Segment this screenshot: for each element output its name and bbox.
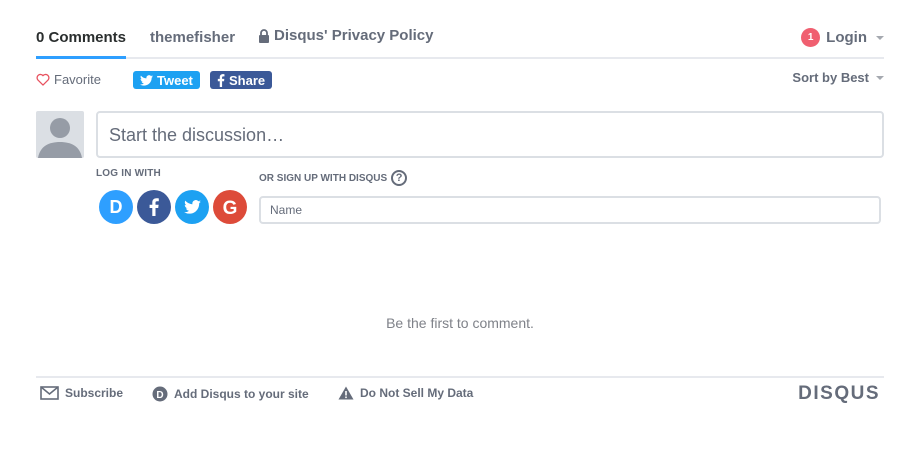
favorite-button[interactable]: Favorite <box>36 72 101 87</box>
tab-comments[interactable]: 0 Comments <box>36 29 126 46</box>
twitter-icon <box>183 200 201 214</box>
add-disqus-link[interactable]: D Add Disqus to your site <box>152 386 309 402</box>
comment-textarea[interactable]: Start the discussion… <box>96 111 884 158</box>
chevron-down-icon <box>876 35 884 40</box>
favorite-label: Favorite <box>54 72 101 87</box>
google-icon: G <box>223 198 238 219</box>
privacy-policy-label: Disqus' Privacy Policy <box>274 27 434 44</box>
login-menu[interactable]: 1 Login <box>801 28 884 47</box>
footer-divider <box>36 376 884 378</box>
user-placeholder-icon <box>38 118 82 158</box>
add-disqus-label: Add Disqus to your site <box>174 387 309 401</box>
do-not-sell-link[interactable]: Do Not Sell My Data <box>338 386 473 400</box>
name-field[interactable] <box>259 196 881 224</box>
thread-actions: Favorite Tweet Share Sort by Best <box>36 70 884 92</box>
facebook-icon <box>217 73 225 87</box>
twitter-icon <box>140 74 153 86</box>
google-login-button[interactable]: G <box>213 190 247 224</box>
top-nav: 0 Comments themefisher Disqus' Privacy P… <box>36 0 884 59</box>
disqus-thread: 0 Comments themefisher Disqus' Privacy P… <box>36 0 884 453</box>
chevron-down-icon <box>876 75 884 80</box>
svg-text:G: G <box>223 198 238 219</box>
signup-label: OR SIGN UP WITH DISQUS ? <box>259 170 408 186</box>
avatar <box>36 111 84 158</box>
envelope-icon <box>40 386 59 400</box>
disqus-icon: D <box>152 386 168 402</box>
sort-dropdown[interactable]: Sort by Best <box>792 70 884 85</box>
signup-label-text: OR SIGN UP WITH DISQUS <box>259 172 388 184</box>
sort-label: Sort by Best <box>792 70 869 85</box>
empty-state-message: Be the first to comment. <box>386 315 534 331</box>
warning-icon <box>338 386 354 400</box>
tweet-label: Tweet <box>157 72 193 88</box>
subscribe-link[interactable]: Subscribe <box>40 386 123 400</box>
notification-badge: 1 <box>801 28 821 47</box>
login-label: Login <box>826 29 867 46</box>
comment-placeholder: Start the discussion… <box>109 125 285 145</box>
tab-privacy-policy[interactable]: Disqus' Privacy Policy <box>258 27 433 44</box>
tab-community[interactable]: themefisher <box>150 29 235 46</box>
disqus-logo[interactable]: DISQUS <box>798 383 880 405</box>
tweet-button[interactable]: Tweet <box>133 71 200 89</box>
subscribe-label: Subscribe <box>65 386 124 400</box>
lock-icon <box>259 28 269 43</box>
facebook-share-button[interactable]: Share <box>210 71 273 89</box>
disqus-login-button[interactable]: D <box>99 190 133 224</box>
do-not-sell-label: Do Not Sell My Data <box>360 386 474 400</box>
svg-text:D: D <box>156 390 163 401</box>
twitter-login-button[interactable] <box>175 190 209 224</box>
facebook-login-button[interactable] <box>137 190 171 224</box>
login-with-label: LOG IN WITH <box>96 168 161 179</box>
share-label: Share <box>229 72 266 88</box>
active-tab-indicator <box>36 56 126 59</box>
disqus-icon: D <box>110 197 123 217</box>
help-icon[interactable]: ? <box>391 170 408 186</box>
nav-divider <box>36 57 884 59</box>
facebook-icon <box>149 198 159 216</box>
svg-text:D: D <box>110 197 123 217</box>
heart-icon <box>36 73 50 86</box>
